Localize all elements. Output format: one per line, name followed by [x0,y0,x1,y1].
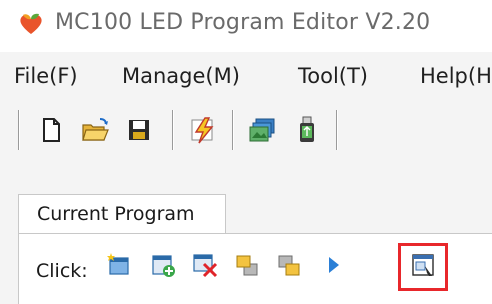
toolbar-separator [232,110,233,150]
highlight-box [398,243,448,291]
delete-area-icon[interactable] [192,252,218,278]
main-toolbar [0,100,492,160]
menu-help[interactable]: Help(H [420,64,492,88]
new-program-icon[interactable] [106,252,132,278]
play-preview-icon[interactable] [320,252,346,278]
tab-label: Current Program [37,203,195,225]
add-area-icon[interactable] [150,252,176,278]
app-logo-icon [18,12,44,36]
toolbar-gap [0,160,492,194]
menu-file[interactable]: File(F) [14,64,78,88]
click-label: Click: [36,260,88,282]
menu-tool[interactable]: Tool(T) [298,64,368,88]
toolbar-separator [18,110,19,150]
screen-preview-icon[interactable] [248,115,278,145]
open-folder-icon[interactable] [80,115,110,145]
new-file-icon[interactable] [36,115,66,145]
toolbar-separator [172,110,173,150]
menu-bar: File(F) Manage(M) Tool(T) Help(H [0,52,492,100]
send-lightning-icon[interactable] [188,115,218,145]
window-title: MC100 LED Program Editor V2.20 [55,10,431,35]
move-down-icon[interactable] [276,252,302,278]
menu-manage[interactable]: Manage(M) [122,64,240,88]
toolbar-separator [336,110,337,150]
move-up-icon[interactable] [234,252,260,278]
usb-drive-icon[interactable] [292,115,322,145]
title-bar: MC100 LED Program Editor V2.20 [0,0,492,52]
save-icon[interactable] [124,115,154,145]
tab-current-program[interactable]: Current Program [18,194,226,234]
